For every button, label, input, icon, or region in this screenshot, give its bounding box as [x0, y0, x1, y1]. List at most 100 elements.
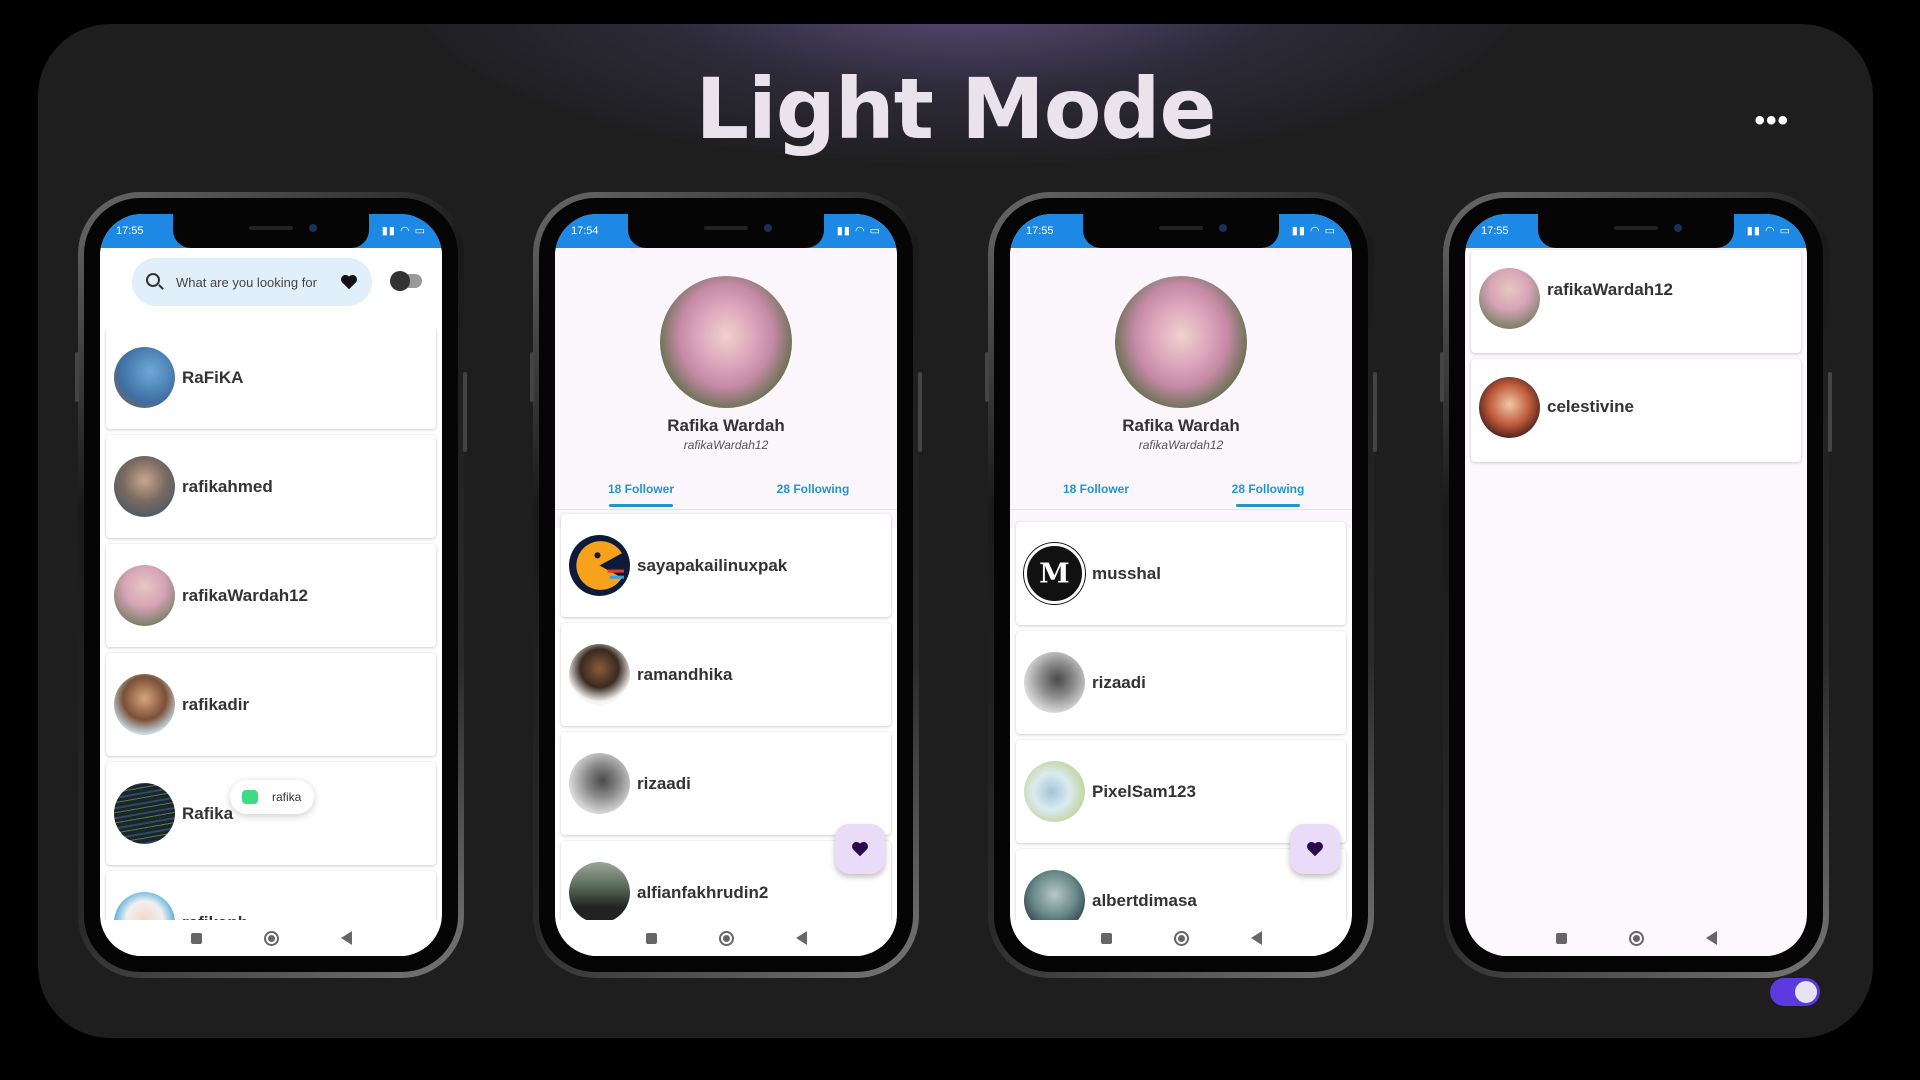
status-icons: ▮▮ ◠ ▭ — [1291, 225, 1336, 237]
tab-following[interactable]: 28 Following — [1188, 482, 1348, 496]
username: PixelSam123 — [1092, 782, 1196, 801]
favorite-fab[interactable] — [835, 824, 885, 874]
phone-following: Rafika Wardah rafikaWardah12 18 Follower… — [985, 192, 1377, 978]
tab-divider — [1010, 509, 1352, 510]
profile-handle: rafikaWardah12 — [683, 438, 769, 452]
list-item[interactable]: rizaadi — [561, 732, 891, 835]
list-item[interactable]: rafikaWardah12 — [1471, 250, 1801, 353]
active-tab-indicator — [1236, 504, 1300, 507]
tab-following[interactable]: 28 Following — [733, 482, 893, 496]
list-item[interactable]: RaFiKA — [106, 326, 436, 429]
theme-toggle[interactable] — [1770, 978, 1820, 1006]
avatar — [1024, 761, 1085, 822]
recents-icon[interactable] — [645, 932, 657, 944]
home-icon[interactable] — [718, 930, 734, 946]
profile-header: Rafika Wardah rafikaWardah12 18 Follower… — [1010, 248, 1352, 528]
username: albertdimasa — [1092, 891, 1197, 910]
android-icon — [242, 790, 258, 804]
list-item[interactable]: rizaadi — [1016, 631, 1346, 734]
status-time: 17:54 — [571, 225, 599, 237]
avatar — [114, 565, 175, 626]
list-item[interactable]: ramandhika — [561, 623, 891, 726]
list-item[interactable]: rafikahmed — [106, 435, 436, 538]
back-icon[interactable] — [1250, 931, 1262, 945]
search-icon — [146, 273, 160, 287]
favorite-fab[interactable] — [1290, 824, 1340, 874]
favorite-list: rafikaWardah12 celestivine — [1465, 250, 1807, 468]
list-item[interactable]: M musshal — [1016, 522, 1346, 625]
avatar — [1024, 652, 1085, 713]
avatar — [569, 862, 630, 923]
list-item[interactable]: rafikaWardah12 — [106, 544, 436, 647]
username: alfianfakhrudin2 — [637, 883, 769, 902]
profile-header: Rafika Wardah rafikaWardah12 18 Follower… — [555, 248, 897, 528]
back-icon[interactable] — [1705, 931, 1717, 945]
tab-follower[interactable]: 18 Follower — [1016, 482, 1176, 496]
phone-followers: Rafika Wardah rafikaWardah12 18 Follower… — [530, 192, 922, 978]
back-icon[interactable] — [795, 931, 807, 945]
username: rafikaWardah12 — [1547, 280, 1673, 299]
profile-handle: rafikaWardah12 — [1138, 438, 1224, 452]
status-icons: ▮▮ ◠ ▭ — [836, 225, 881, 237]
home-icon[interactable] — [1628, 930, 1644, 946]
avatar — [1479, 268, 1540, 329]
favorite-heart-icon[interactable] — [340, 274, 358, 290]
tab-divider — [555, 509, 897, 510]
heart-icon — [852, 841, 868, 857]
recents-icon[interactable] — [1555, 932, 1567, 944]
notch — [1538, 214, 1734, 248]
svg-text:M: M — [1039, 558, 1069, 590]
profile-avatar — [1115, 276, 1247, 408]
notch — [1083, 214, 1279, 248]
favorites-screen: rafikaWardah12 celestivine 17:55 ▮▮ ◠ ▭ — [1465, 214, 1807, 956]
home-icon[interactable] — [263, 930, 279, 946]
nav-bar — [1465, 920, 1807, 956]
list-item[interactable]: sayapakailinuxpak — [561, 514, 891, 617]
recents-icon[interactable] — [1100, 932, 1112, 944]
profile-name: Rafika Wardah — [1122, 416, 1240, 435]
following-list: M musshal rizaadi PixelSam123 albertdima… — [1010, 522, 1352, 956]
avatar — [114, 456, 175, 517]
username: rafikahmed — [182, 477, 273, 496]
back-icon[interactable] — [340, 931, 352, 945]
nav-bar — [100, 920, 442, 956]
avatar — [114, 674, 175, 735]
username: celestivine — [1547, 397, 1634, 416]
home-icon[interactable] — [1173, 930, 1189, 946]
status-icons: ▮▮ ◠ ▭ — [381, 225, 426, 237]
recents-icon[interactable] — [190, 932, 202, 944]
user-list: RaFiKA rafikahmed rafikaWardah12 rafikad… — [100, 326, 442, 956]
avatar — [569, 753, 630, 814]
status-icons: ▮▮ ◠ ▭ — [1746, 225, 1791, 237]
username: rizaadi — [1092, 673, 1146, 692]
username: ramandhika — [637, 665, 733, 684]
profile-screen: Rafika Wardah rafikaWardah12 18 Follower… — [555, 214, 897, 956]
heart-icon — [1307, 841, 1323, 857]
phone-favorites: rafikaWardah12 celestivine 17:55 ▮▮ ◠ ▭ — [1440, 192, 1832, 978]
avatar — [114, 347, 175, 408]
list-item[interactable]: rafikadir — [106, 653, 436, 756]
nav-bar — [555, 920, 897, 956]
profile-screen: Rafika Wardah rafikaWardah12 18 Follower… — [1010, 214, 1352, 956]
profile-avatar — [660, 276, 792, 408]
dark-mode-switch[interactable] — [390, 271, 422, 291]
avatar — [569, 644, 630, 705]
profile-name: Rafika Wardah — [667, 416, 785, 435]
tab-follower[interactable]: 18 Follower — [561, 482, 721, 496]
more-options-icon[interactable]: ••• — [1754, 104, 1789, 138]
toast-notification: rafika — [230, 780, 314, 814]
username: rafikaWardah12 — [182, 586, 308, 605]
username: rizaadi — [637, 774, 691, 793]
page-title: Light Mode — [695, 60, 1216, 158]
follower-list: sayapakailinuxpak ramandhika rizaadi alf… — [555, 514, 897, 950]
list-item[interactable]: celestivine — [1471, 359, 1801, 462]
username: RaFiKA — [182, 368, 244, 387]
status-time: 17:55 — [1481, 225, 1509, 237]
phone-search: RaFiKA rafikahmed rafikaWardah12 rafikad… — [75, 192, 467, 978]
avatar — [1479, 377, 1540, 438]
search-input[interactable]: What are you looking for — [132, 258, 372, 306]
avatar — [569, 535, 630, 596]
status-time: 17:55 — [116, 225, 144, 237]
status-time: 17:55 — [1026, 225, 1054, 237]
switch-knob — [390, 271, 410, 291]
